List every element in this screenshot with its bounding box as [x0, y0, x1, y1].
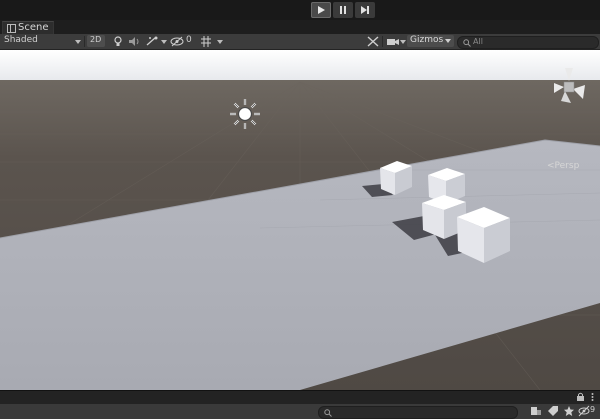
grid-toggle-icon[interactable]	[200, 36, 212, 47]
search-icon	[324, 409, 332, 417]
chevron-down-icon	[217, 40, 223, 44]
step-icon	[361, 6, 369, 14]
scene-render	[0, 50, 600, 390]
menu-icon[interactable]	[588, 392, 597, 402]
filter-label-icon[interactable]	[547, 405, 559, 417]
gizmos-label: Gizmos	[410, 35, 444, 45]
divider	[382, 36, 383, 47]
chevron-down-icon	[445, 39, 451, 43]
pause-button[interactable]	[333, 2, 353, 18]
camera-icon[interactable]	[386, 36, 400, 47]
2d-mode-label: 2D	[90, 35, 102, 44]
favorites-star-icon[interactable]	[563, 405, 575, 417]
effects-toggle-icon[interactable]	[146, 36, 159, 47]
chevron-down-icon	[75, 40, 81, 44]
hidden-count: 0	[186, 35, 192, 45]
shading-mode-dropdown[interactable]: Shaded	[4, 35, 38, 45]
tab-scene-label: Scene	[18, 22, 49, 33]
gizmos-dropdown[interactable]: Gizmos	[407, 35, 454, 47]
scene-grid-icon	[7, 24, 16, 33]
play-icon	[318, 6, 325, 14]
hidden-objects-count: 9	[590, 405, 596, 414]
chevron-down-icon	[161, 40, 167, 44]
chevron-down-icon	[400, 40, 406, 44]
filter-type-icon[interactable]	[530, 405, 542, 417]
directional-light-icon[interactable]	[230, 99, 260, 129]
scene-toolbar: Shaded 2D 0 Gizmos All	[0, 34, 600, 50]
pause-icon	[340, 6, 346, 14]
scene-search-input[interactable]: All	[457, 36, 599, 49]
tab-bar: Scene	[0, 20, 600, 35]
scene-viewport[interactable]: <Persp	[0, 50, 600, 390]
2d-mode-toggle[interactable]: 2D	[87, 35, 105, 47]
search-icon	[463, 39, 471, 47]
tools-icon[interactable]	[367, 36, 379, 47]
lock-icon[interactable]	[576, 392, 585, 402]
bottom-search-input[interactable]	[318, 406, 518, 419]
play-toolbar	[0, 0, 600, 20]
divider	[84, 36, 85, 47]
audio-toggle-icon[interactable]	[128, 36, 142, 47]
play-button[interactable]	[311, 2, 331, 18]
step-button[interactable]	[355, 2, 375, 18]
lighting-toggle-icon[interactable]	[112, 36, 124, 47]
projection-toggle[interactable]: <Persp	[547, 161, 579, 171]
search-placeholder: All	[473, 37, 483, 46]
sky	[0, 50, 600, 82]
scene-visibility-icon[interactable]	[170, 36, 185, 47]
bottom-bar: 9	[0, 390, 600, 419]
tab-scene[interactable]: Scene	[2, 21, 54, 35]
visibility-icon[interactable]	[578, 405, 590, 417]
